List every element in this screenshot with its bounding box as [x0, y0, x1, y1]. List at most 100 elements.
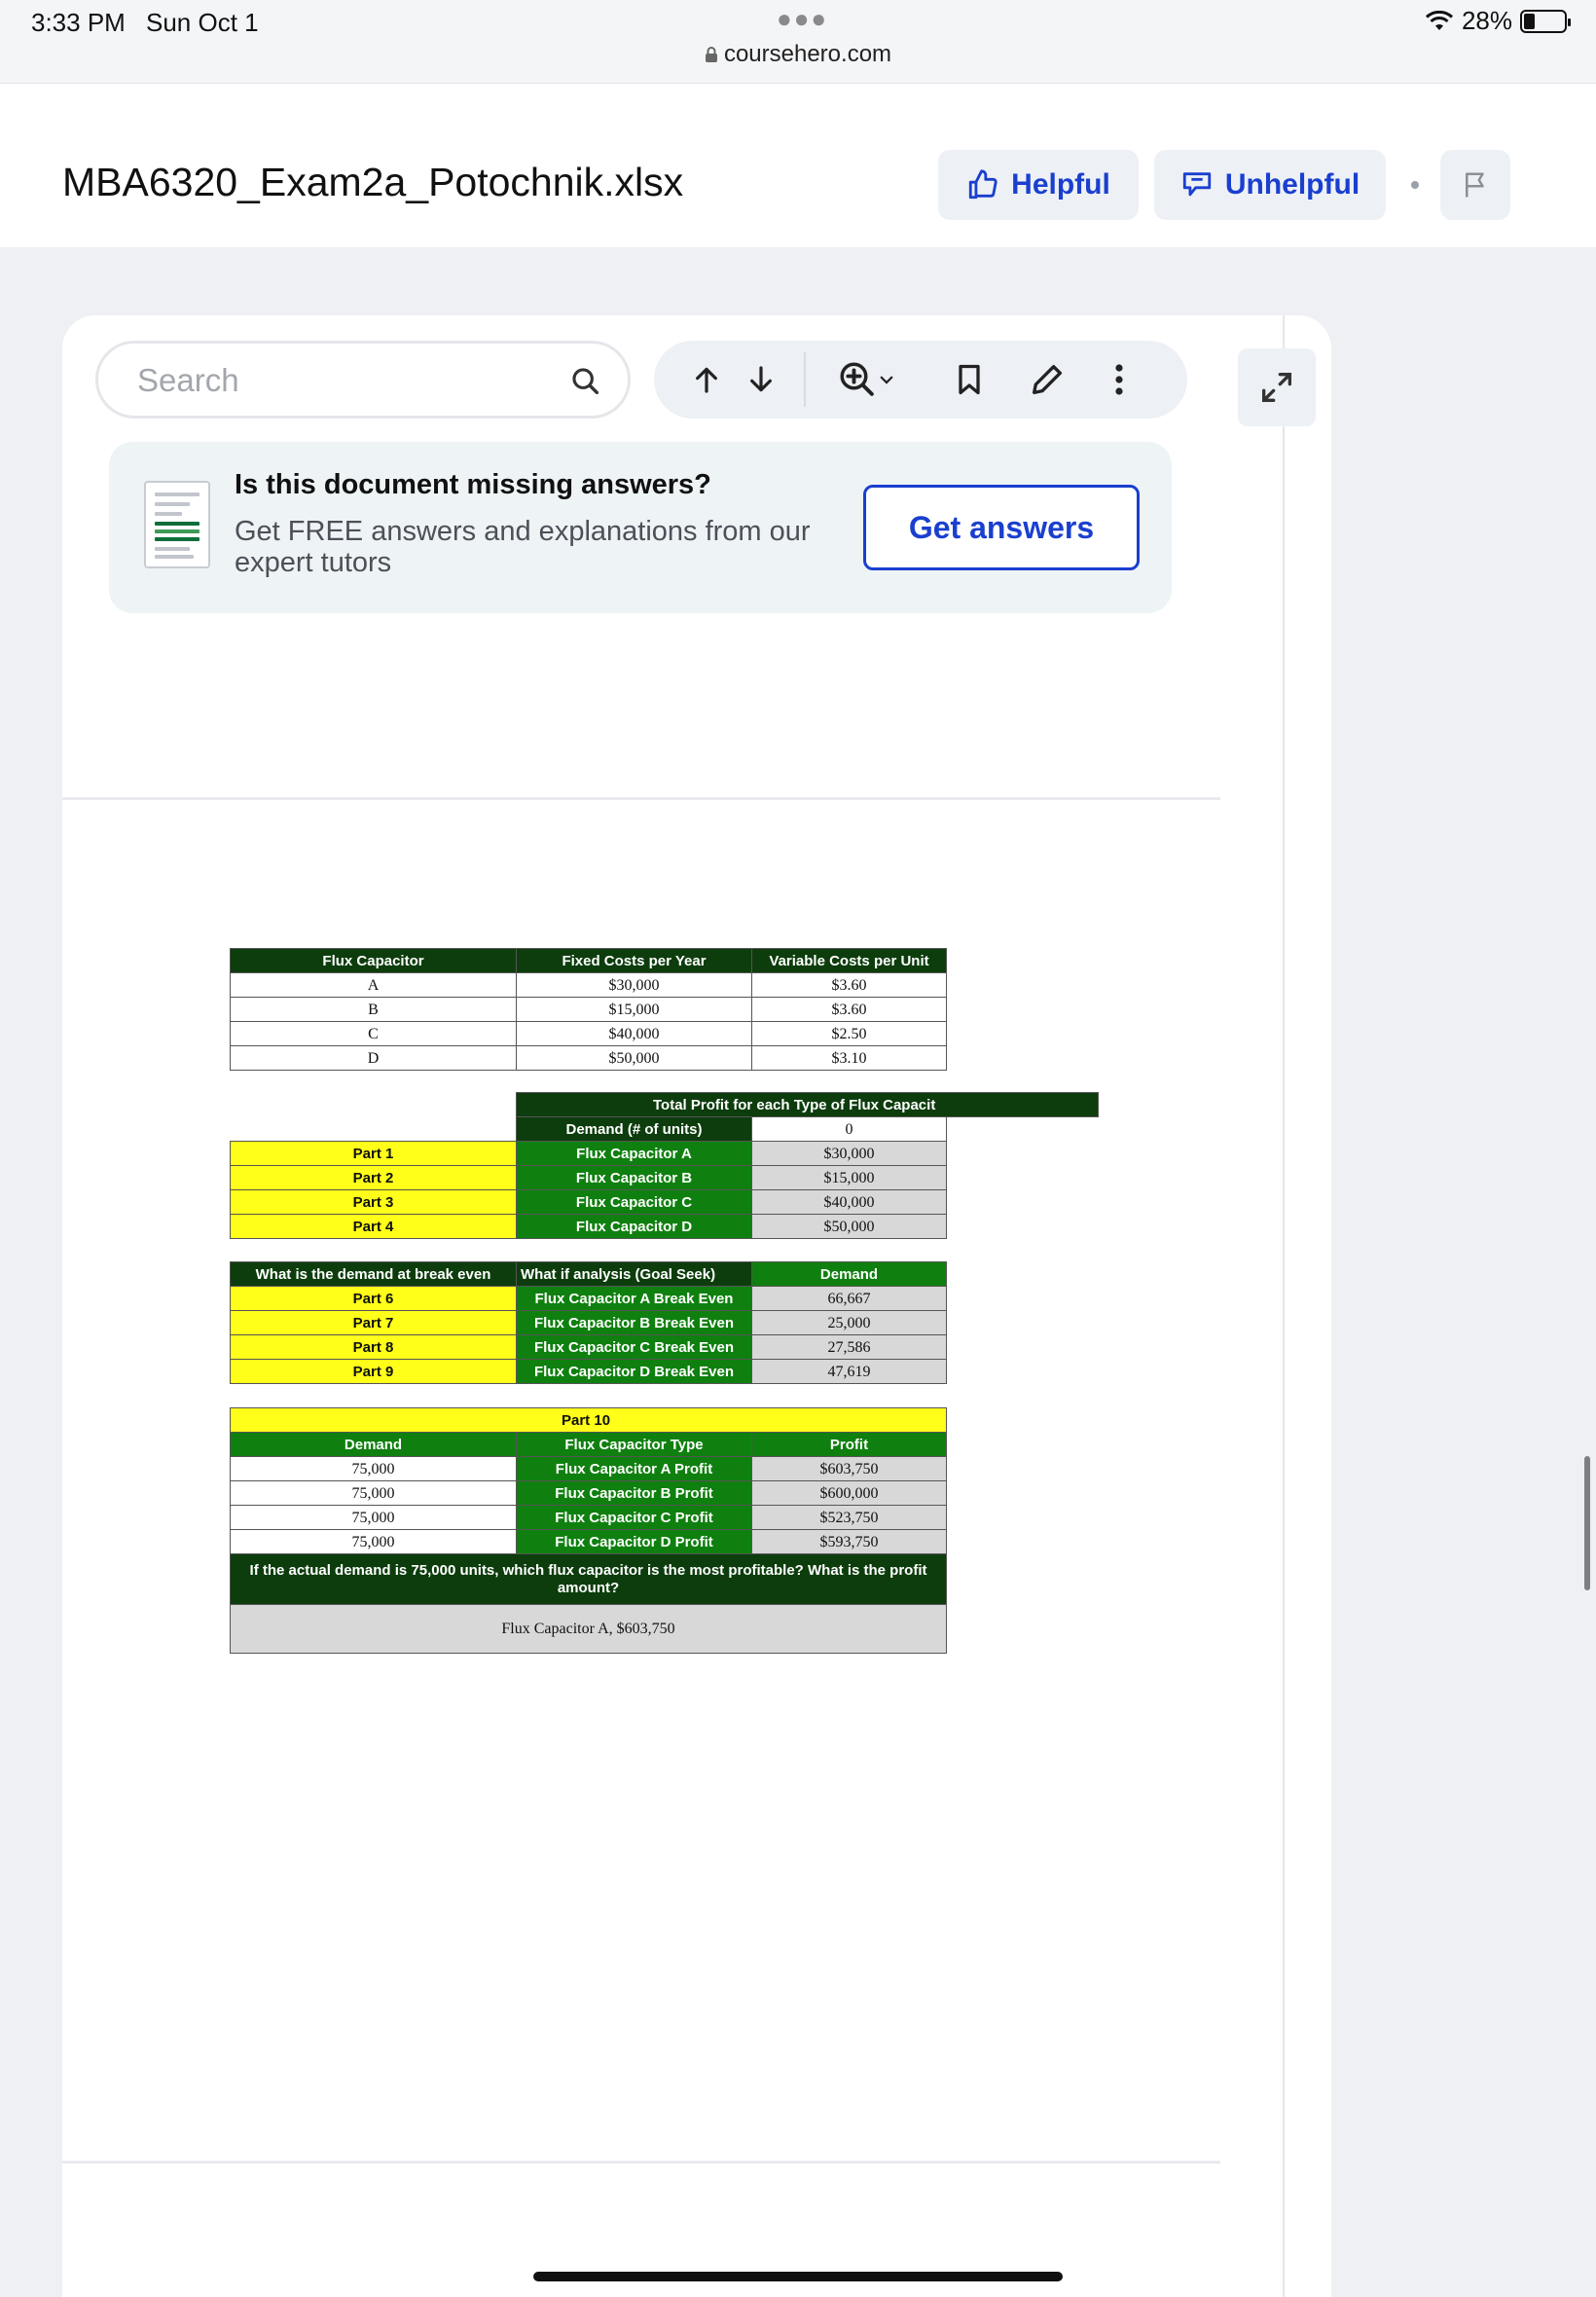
table-cell: A	[230, 972, 517, 998]
url-text: coursehero.com	[723, 41, 892, 67]
expand-button[interactable]	[1238, 348, 1316, 426]
table-header-row: Demand Flux Capacitor Type Profit	[230, 1432, 948, 1457]
table-cell: Flux Capacitor C	[516, 1189, 752, 1215]
header-cell: Fixed Costs per Year	[516, 948, 752, 973]
part-label: Part 2	[230, 1165, 517, 1190]
next-page-button[interactable]	[740, 358, 782, 401]
wifi-icon	[1425, 10, 1453, 30]
table-row: C $40,000 $2.50	[230, 1021, 947, 1046]
answer-row: Flux Capacitor A, $603,750	[229, 1604, 948, 1654]
table-row: 75,000 Flux Capacitor A Profit $603,750	[230, 1456, 948, 1481]
more-vertical-icon	[1115, 364, 1123, 395]
header-cell: Flux Capacitor Type	[516, 1432, 752, 1457]
more-options-button[interactable]	[1098, 358, 1141, 401]
bookmark-button[interactable]	[948, 358, 991, 401]
header-cell: Variable Costs per Unit	[751, 948, 947, 973]
table-cell: D	[230, 1045, 517, 1071]
table-row: Part 2 Flux Capacitor B $15,000	[230, 1165, 1099, 1190]
table-cell: $3.60	[751, 972, 947, 998]
table-cell: Flux Capacitor B	[516, 1165, 752, 1190]
multitasking-dots-icon[interactable]: ●●●	[777, 4, 828, 34]
scrollbar[interactable]	[1584, 1456, 1590, 1590]
page-separator	[62, 2161, 1220, 2164]
pencil-icon	[1033, 365, 1062, 394]
table-cell: 75,000	[230, 1456, 517, 1481]
document-icon	[144, 481, 210, 568]
report-flag-button[interactable]	[1440, 150, 1510, 220]
table-cell: 27,586	[751, 1334, 947, 1360]
table-cell: Flux Capacitor A	[516, 1141, 752, 1166]
zoom-button[interactable]	[827, 358, 905, 401]
status-date: Sun Oct 1	[146, 8, 259, 37]
table-cell: $603,750	[750, 1456, 948, 1481]
table-cell: $30,000	[516, 972, 752, 998]
table-cell: $40,000	[751, 1189, 947, 1215]
table-cell: Flux Capacitor A Break Even	[516, 1286, 752, 1311]
unhelpful-button[interactable]: Unhelpful	[1154, 150, 1386, 220]
get-answers-button[interactable]: Get answers	[863, 485, 1140, 570]
part-row: Part 10	[229, 1407, 948, 1433]
search-icon[interactable]	[569, 365, 602, 398]
part-label: Part 10	[229, 1407, 948, 1433]
toolbar-divider	[804, 352, 806, 407]
demand-label: Demand (# of units)	[516, 1116, 752, 1142]
table-cell: $2.50	[751, 1021, 947, 1046]
table-cell: 75,000	[230, 1480, 517, 1506]
bookmark-icon	[959, 364, 980, 395]
table-cell: Flux Capacitor C Break Even	[516, 1334, 752, 1360]
document-title: MBA6320_Exam2a_Potochnik.xlsx	[62, 160, 684, 204]
previous-page-button[interactable]	[685, 358, 728, 401]
table-cell: Flux Capacitor D	[516, 1214, 752, 1239]
battery-percent: 28%	[1461, 6, 1512, 35]
table-title-row: Total Profit for each Type of Flux Capac…	[231, 1092, 1100, 1117]
header-cell: Flux Capacitor	[230, 948, 517, 973]
chevron-down-icon	[880, 376, 893, 384]
part-label: Part 3	[230, 1189, 517, 1215]
table-row: B $15,000 $3.60	[230, 997, 947, 1022]
part-label: Part 8	[230, 1334, 517, 1360]
table-row: 75,000 Flux Capacitor D Profit $593,750	[230, 1529, 948, 1554]
page-separator	[62, 797, 1220, 800]
table-cell: Flux Capacitor B Profit	[516, 1480, 752, 1506]
table-row: Part 1 Flux Capacitor A $30,000	[230, 1141, 1099, 1166]
address-bar[interactable]: coursehero.com	[0, 41, 1596, 68]
table-cell: $523,750	[750, 1505, 948, 1530]
total-profit-table: Total Profit for each Type of Flux Capac…	[230, 1092, 1100, 1239]
table-row: Part 9 Flux Capacitor D Break Even 47,61…	[230, 1359, 947, 1384]
question-text: If the actual demand is 75,000 units, wh…	[229, 1553, 948, 1605]
search-input[interactable]	[137, 359, 546, 402]
table-cell: $40,000	[516, 1021, 752, 1046]
header-cell: What is the demand at break even	[230, 1261, 517, 1287]
table-cell: $50,000	[751, 1214, 947, 1239]
header-cell: Demand	[751, 1261, 947, 1287]
table-row: 75,000 Flux Capacitor C Profit $523,750	[230, 1505, 948, 1530]
helpful-button[interactable]: Helpful	[938, 150, 1139, 220]
table-row: Part 4 Flux Capacitor D $50,000	[230, 1214, 1099, 1239]
table-row: Part 7 Flux Capacitor B Break Even 25,00…	[230, 1310, 947, 1335]
search-box[interactable]	[95, 341, 631, 419]
table-cell: $3.10	[751, 1045, 947, 1071]
part-label: Part 1	[230, 1141, 517, 1166]
table-cell: C	[230, 1021, 517, 1046]
answer-text: Flux Capacitor A, $603,750	[229, 1604, 948, 1654]
thumbs-down-speech-icon	[1182, 172, 1212, 197]
thumbs-up-icon	[968, 169, 998, 200]
banner-heading: Is this document missing answers?	[235, 469, 711, 500]
question-row: If the actual demand is 75,000 units, wh…	[229, 1553, 948, 1605]
table-cell: Flux Capacitor B Break Even	[516, 1310, 752, 1335]
table-cell: Flux Capacitor D Break Even	[516, 1359, 752, 1384]
table-title: Total Profit for each Type of Flux Capac…	[515, 1092, 1100, 1117]
table-row: Part 6 Flux Capacitor A Break Even 66,66…	[230, 1286, 947, 1311]
part-label: Part 6	[230, 1286, 517, 1311]
table-cell: 47,619	[751, 1359, 947, 1384]
flag-icon	[1466, 172, 1484, 198]
arrow-down-icon	[750, 366, 772, 392]
home-indicator[interactable]	[533, 2272, 1063, 2281]
table-row: D $50,000 $3.10	[230, 1045, 947, 1071]
zoom-in-icon	[840, 362, 874, 396]
table-cell: Flux Capacitor C Profit	[516, 1505, 752, 1530]
missing-answers-banner: Is this document missing answers? Get FR…	[109, 442, 1172, 613]
table-cell: Flux Capacitor D Profit	[516, 1529, 752, 1554]
annotate-button[interactable]	[1026, 358, 1069, 401]
expand-icon	[1262, 373, 1291, 402]
